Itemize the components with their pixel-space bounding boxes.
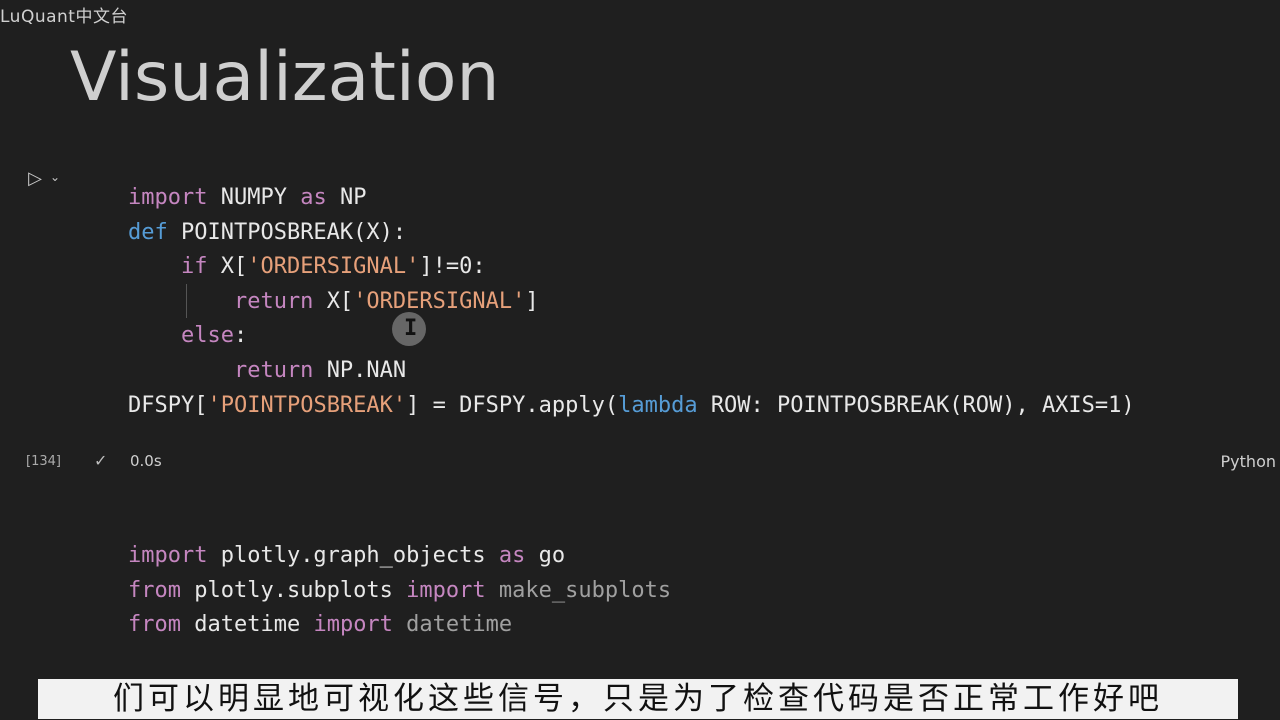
code-token: X[: [326, 288, 354, 314]
code-token: make_subplots: [498, 577, 672, 603]
video-subtitle: 们可以明显地可视化这些信号，只是为了检查代码是否正常工作好吧: [38, 679, 1238, 719]
code-editor[interactable]: import NUMPY as NP def POINTPOSBREAK(X): …: [128, 181, 1135, 423]
code-line[interactable]: import plotly.graph_objects as go: [128, 539, 671, 574]
kernel-language-label[interactable]: Python: [1221, 452, 1276, 471]
code-token: :: [233, 323, 248, 349]
code-token: import: [406, 577, 499, 603]
execution-time: 0.0s: [130, 452, 162, 470]
code-token: 'ORDERSIGNAL': [247, 254, 420, 280]
indent-guide: [186, 284, 187, 318]
code-token: import: [128, 543, 221, 568]
code-token: DFSPY[: [128, 392, 208, 418]
code-token: go: [538, 543, 566, 568]
code-token: lambda: [618, 392, 711, 418]
code-line[interactable]: return NP.NAN: [128, 354, 1135, 389]
code-line[interactable]: import NUMPY as NP: [128, 181, 1135, 216]
code-token: NUMPY: [220, 185, 301, 210]
code-token: return: [128, 357, 327, 383]
code-token: datetime: [194, 612, 314, 638]
code-token: import: [128, 185, 221, 210]
code-token: if: [128, 254, 221, 280]
code-token: NP.NAN: [326, 357, 407, 383]
success-check-icon: ✓: [94, 451, 108, 470]
code-token: plotly.subplots: [194, 577, 407, 603]
code-token: POINTPOSBREAK(X):: [180, 219, 407, 245]
code-token: return: [128, 288, 327, 314]
code-token: plotly.graph_objects: [220, 543, 499, 568]
channel-watermark: LuQuant中文台: [0, 7, 128, 27]
code-token: from: [128, 577, 195, 603]
code-line[interactable]: if X['ORDERSIGNAL']!=0:: [128, 250, 1135, 285]
text-cursor-icon: I: [404, 316, 418, 341]
code-token: 'ORDERSIGNAL': [353, 288, 526, 314]
code-token: ]: [525, 288, 539, 314]
code-line[interactable]: from plotly.subplots import make_subplot…: [128, 574, 671, 609]
code-line[interactable]: from datetime import datetime: [128, 608, 671, 643]
code-token: from: [128, 612, 195, 638]
code-token: NP: [339, 185, 367, 210]
code-line[interactable]: DFSPY['POINTPOSBREAK'] = DFSPY.apply(lam…: [128, 389, 1135, 424]
code-token: def: [128, 219, 181, 245]
code-token: ROW: POINTPOSBREAK(ROW), AXIS=1): [710, 392, 1135, 418]
code-line[interactable]: def POINTPOSBREAK(X):: [128, 216, 1135, 251]
run-cell-button[interactable]: ▷: [24, 168, 46, 190]
code-token: 'POINTPOSBREAK': [207, 392, 407, 418]
execution-count: [134]: [26, 454, 61, 469]
code-token: ]!=0:: [419, 254, 486, 280]
code-token: as: [300, 185, 340, 210]
code-token: import: [313, 612, 407, 638]
code-token: ] = DFSPY.apply(: [406, 392, 619, 418]
code-token: else: [128, 323, 234, 349]
code-token: X[: [220, 254, 248, 280]
chevron-down-icon[interactable]: ⌄: [50, 170, 64, 184]
code-token: as: [498, 543, 539, 568]
code-line[interactable]: else:: [128, 319, 1135, 354]
code-line[interactable]: return X['ORDERSIGNAL']: [128, 285, 1135, 320]
code-editor[interactable]: import plotly.graph_objects as go from pl…: [128, 539, 671, 643]
code-token: datetime: [406, 612, 513, 638]
markdown-heading: Visualization: [70, 38, 500, 117]
